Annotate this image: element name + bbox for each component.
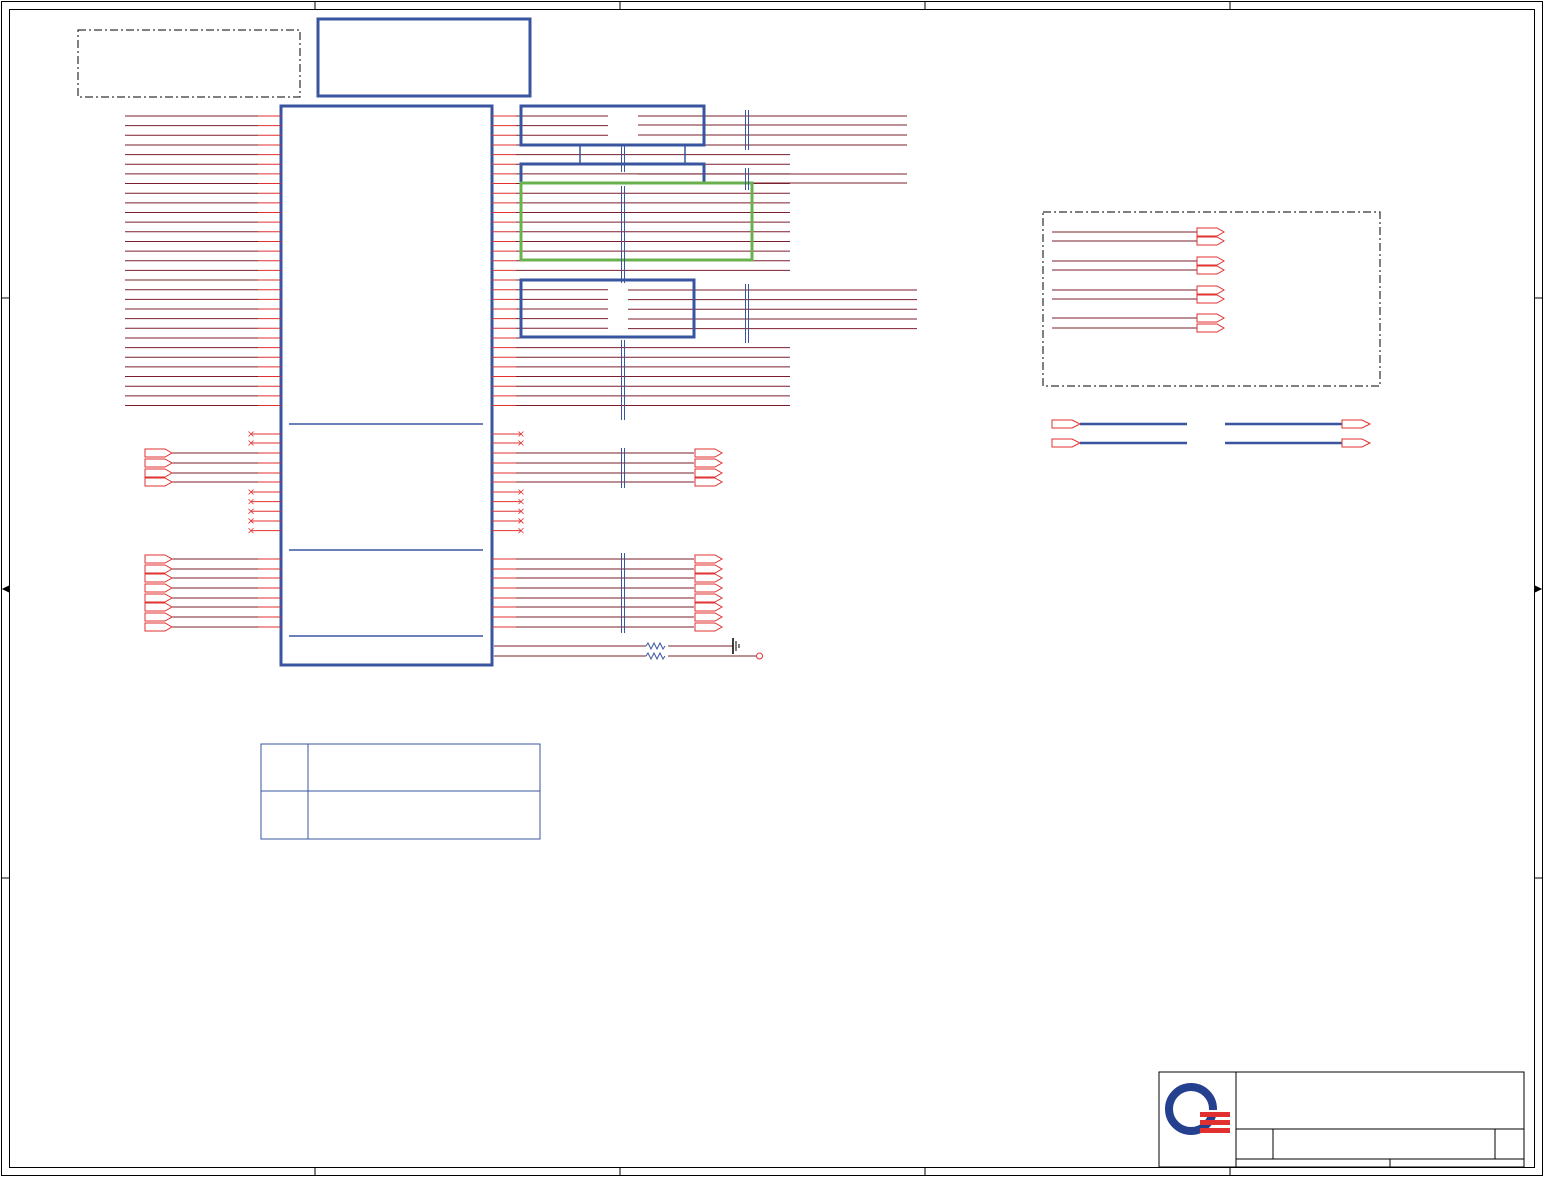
- title-component-box: [316, 17, 532, 98]
- port-icon: [144, 477, 174, 487]
- port-icon: [694, 583, 724, 593]
- port-icon: [694, 612, 724, 622]
- port-icon: [1196, 323, 1226, 333]
- offpage-connector-icon: [1051, 419, 1082, 429]
- port-icon: [1196, 256, 1226, 266]
- offpage-connector-icon: [1051, 438, 1082, 448]
- offpage-connectors: [1051, 419, 1372, 448]
- port-icon: [144, 448, 174, 458]
- port-icon: [144, 458, 174, 468]
- left-port-labels: [144, 448, 174, 632]
- port-icon: [694, 448, 724, 458]
- ic-right-pins: [492, 115, 917, 628]
- port-icon: [694, 458, 724, 468]
- center-mark-right: [1534, 585, 1543, 593]
- highlighted-bus-box: [519, 181, 754, 262]
- port-icon: [694, 573, 724, 583]
- port-icon: [144, 583, 174, 593]
- port-icon: [144, 622, 174, 632]
- resistor-icon: [645, 651, 666, 661]
- port-icon: [144, 602, 174, 612]
- port-icon: [694, 554, 724, 564]
- port-icon: [1196, 227, 1226, 237]
- main-ic-body: [279, 104, 494, 667]
- main-ic: [279, 104, 494, 667]
- center-mark-left: [1, 585, 10, 593]
- group-port-labels: [1052, 227, 1226, 333]
- company-logo-icon: [1165, 1083, 1230, 1135]
- port-icon: [1196, 313, 1226, 323]
- note-dashed-box: [77, 29, 301, 98]
- port-icon: [1196, 294, 1226, 304]
- right-port-labels: [694, 448, 724, 632]
- port-icon: [694, 622, 724, 632]
- port-icon: [694, 593, 724, 603]
- resistor-network: [494, 638, 763, 661]
- no-connect-marks: [248, 431, 524, 534]
- schematic-canvas: [1, 1, 1543, 1176]
- test-point-icon: [756, 652, 763, 660]
- port-icon: [144, 612, 174, 622]
- port-icon: [1196, 265, 1226, 275]
- port-icon: [694, 602, 724, 612]
- offpage-connector-icon: [1341, 419, 1372, 429]
- bus-bars: [621, 110, 749, 633]
- port-icon: [144, 554, 174, 564]
- port-icon: [144, 468, 174, 478]
- ic-left-pins: [125, 115, 281, 628]
- port-icon: [694, 564, 724, 574]
- port-icon: [694, 477, 724, 487]
- port-icon: [694, 468, 724, 478]
- port-icon: [1196, 285, 1226, 295]
- port-icon: [144, 593, 174, 603]
- port-icon: [144, 573, 174, 583]
- connector-blocks: [519, 104, 754, 339]
- port-icon: [144, 564, 174, 574]
- revision-table: [260, 743, 541, 840]
- schematic-sheet: [0, 0, 1545, 1178]
- port-icon: [1196, 236, 1226, 246]
- offpage-connector-icon: [1341, 438, 1372, 448]
- resistor-icon: [645, 641, 666, 651]
